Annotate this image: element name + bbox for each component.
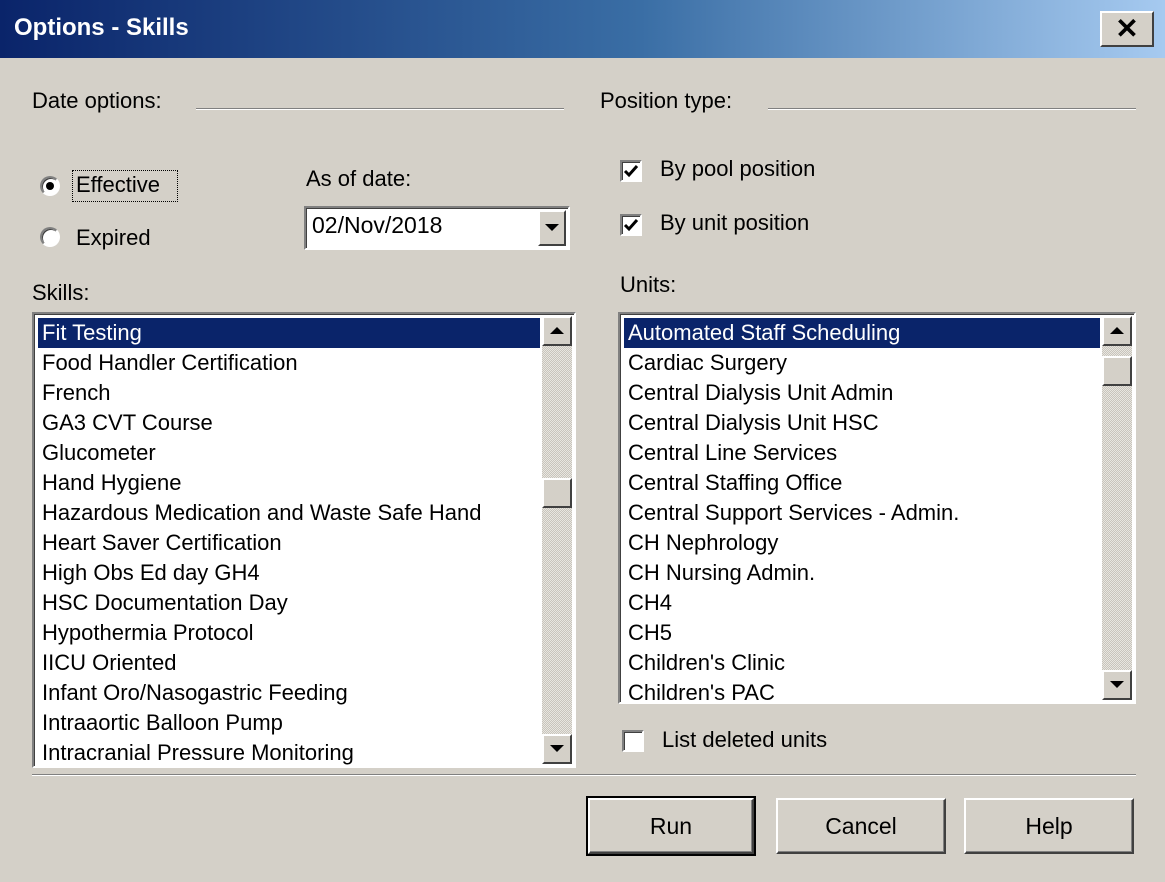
cancel-button[interactable]: Cancel [776,798,946,854]
units-list-item[interactable]: CH5 [624,618,1100,648]
skills-list-item[interactable]: Food Handler Certification [38,348,540,378]
skills-list-item[interactable]: High Obs Ed day GH4 [38,558,540,588]
options-skills-dialog: Options - Skills ✕ Date options: Effecti… [0,0,1165,882]
chevron-down-icon [545,224,559,231]
units-scrollbar[interactable] [1102,316,1132,700]
chevron-up-icon [1110,327,1124,334]
skills-list-item[interactable]: Hazardous Medication and Waste Safe Hand [38,498,540,528]
units-list-item[interactable]: CH Nephrology [624,528,1100,558]
units-scroll-thumb[interactable] [1102,356,1132,386]
skills-scrollbar[interactable] [542,316,572,764]
skills-list-item[interactable]: Infant Oro/Nasogastric Feeding [38,678,540,708]
as-of-date-label: As of date: [306,166,412,191]
checkmark-icon [623,165,639,178]
units-list-item[interactable]: CH4 [624,588,1100,618]
cancel-button-label: Cancel [825,812,897,839]
as-of-date-dropdown-button[interactable] [538,210,566,246]
skills-scroll-down-button[interactable] [542,734,572,764]
units-listbox[interactable]: Automated Staff Scheduling Cardiac Surger… [618,312,1136,704]
skills-list-item[interactable]: Hypothermia Protocol [38,618,540,648]
units-list-item[interactable]: Cardiac Surgery [624,348,1100,378]
skills-list-item[interactable]: Intraaortic Balloon Pump [38,708,540,738]
run-button-label: Run [649,812,693,839]
position-type-divider [768,108,1136,110]
checkmark-icon [623,219,639,232]
by-pool-position-checkbox[interactable] [620,160,642,182]
by-pool-position-label[interactable]: By pool position [660,156,815,182]
skills-list-item[interactable]: GA3 CVT Course [38,408,540,438]
units-scroll-up-button[interactable] [1102,316,1132,346]
by-unit-position-checkbox[interactable] [620,214,642,236]
units-items: Automated Staff Scheduling Cardiac Surger… [624,318,1100,702]
by-unit-position-label[interactable]: By unit position [660,210,809,236]
skills-list-item[interactable]: French [38,378,540,408]
skills-items: Fit Testing Food Handler Certification Fre… [38,318,540,766]
skills-list-item[interactable]: Hand Hygiene [38,468,540,498]
units-list-item[interactable]: Children's Clinic [624,648,1100,678]
list-deleted-units-label[interactable]: List deleted units [662,727,827,753]
close-icon: ✕ [1115,13,1139,44]
radio-selected-dot [46,182,54,190]
units-list-item[interactable]: Central Line Services [624,438,1100,468]
chevron-down-icon [1110,681,1124,688]
units-list-item[interactable]: Central Dialysis Unit HSC [624,408,1100,438]
expired-label[interactable]: Expired [76,225,151,251]
chevron-down-icon [550,745,564,752]
list-deleted-units-checkbox[interactable] [622,730,644,752]
units-list-item[interactable]: Automated Staff Scheduling [624,318,1100,348]
bottom-divider [32,774,1136,776]
skills-listbox[interactable]: Fit Testing Food Handler Certification Fre… [32,312,576,768]
skills-list-item[interactable]: HSC Documentation Day [38,588,540,618]
skills-list-item[interactable]: Heart Saver Certification [38,528,540,558]
date-options-label: Date options: [32,88,162,113]
chevron-up-icon [550,327,564,334]
skills-list-item[interactable]: Glucometer [38,438,540,468]
skills-list-item[interactable]: Intracranial Pressure Monitoring [38,738,540,766]
skills-scroll-up-button[interactable] [542,316,572,346]
position-type-label: Position type: [600,88,733,113]
skills-list-item[interactable]: Fit Testing [38,318,540,348]
expired-radio[interactable] [40,227,60,247]
as-of-date-value: 02/Nov/2018 [312,212,443,238]
units-list-item[interactable]: Central Dialysis Unit Admin [624,378,1100,408]
skills-label: Skills: [32,280,90,305]
units-list-item[interactable]: Central Staffing Office [624,468,1100,498]
skills-scroll-thumb[interactable] [542,478,572,508]
help-button[interactable]: Help [964,798,1134,854]
date-options-divider [196,108,564,110]
effective-radio[interactable] [40,176,60,196]
window-title: Options - Skills [14,14,189,41]
units-label: Units: [620,272,677,297]
units-list-item[interactable]: Children's PAC [624,678,1100,702]
run-button[interactable]: Run [586,796,756,856]
units-list-item[interactable]: Central Support Services - Admin. [624,498,1100,528]
help-button-label: Help [1025,812,1073,839]
skills-list-item[interactable]: IICU Oriented [38,648,540,678]
as-of-date-combobox[interactable]: 02/Nov/2018 [304,206,570,250]
focus-rectangle [72,170,178,202]
close-button[interactable]: ✕ [1100,11,1154,47]
title-bar[interactable]: Options - Skills ✕ [0,0,1165,58]
units-list-item[interactable]: CH Nursing Admin. [624,558,1100,588]
units-scroll-down-button[interactable] [1102,670,1132,700]
